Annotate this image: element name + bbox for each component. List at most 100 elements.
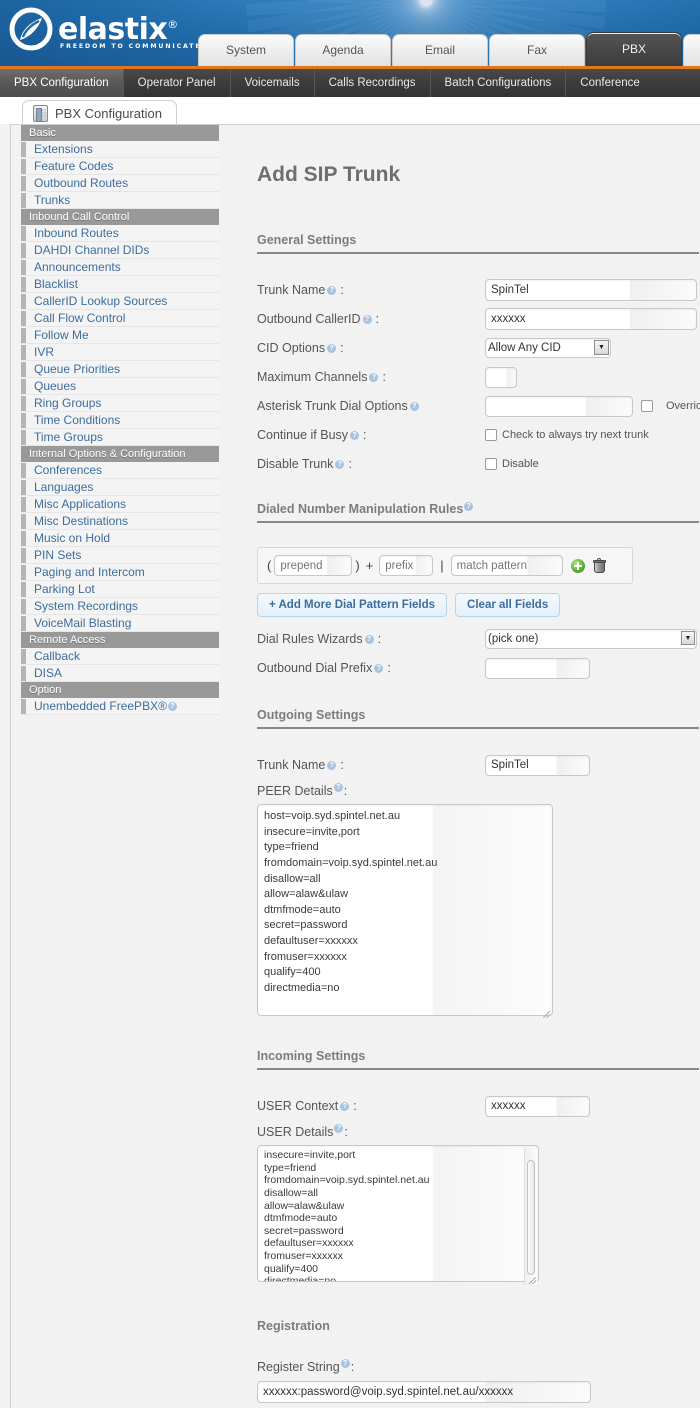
prepend-input[interactable] <box>274 555 353 577</box>
main-tab-overflow[interactable] <box>683 34 700 66</box>
sidebar-item-label[interactable]: Misc Destinations <box>34 514 128 528</box>
sidebar-item-label[interactable]: PIN Sets <box>34 548 81 562</box>
scrollbar-thumb[interactable] <box>527 1160 535 1276</box>
sidebar-item-pin-sets[interactable]: PIN Sets <box>21 547 219 564</box>
clear-all-fields-button[interactable]: Clear all Fields <box>455 593 561 618</box>
sidebar-item-music-on-hold[interactable]: Music on Hold <box>21 530 219 547</box>
sidebar-item-conferences[interactable]: Conferences <box>21 462 219 479</box>
page-tab-pbx-configuration[interactable]: PBX Configuration <box>22 100 177 126</box>
help-icon[interactable]: ? <box>374 663 384 673</box>
trunk-name-input[interactable] <box>485 279 697 301</box>
sidebar-item-parking-lot[interactable]: Parking Lot <box>21 581 219 598</box>
outgoing-trunk-name-input[interactable] <box>485 754 590 776</box>
override-checkbox[interactable] <box>641 400 653 412</box>
sidebar-item-system-recordings[interactable]: System Recordings <box>21 598 219 615</box>
subnav-item-conference[interactable]: Conference <box>566 69 653 97</box>
sidebar-item-blacklist[interactable]: Blacklist <box>21 276 219 293</box>
help-icon[interactable]: ? <box>340 1358 350 1368</box>
help-icon[interactable]: ? <box>364 634 374 644</box>
help-icon[interactable]: ? <box>350 430 360 440</box>
sidebar-item-queues[interactable]: Queues <box>21 378 219 395</box>
maximum-channels-input[interactable] <box>485 366 517 388</box>
match-pattern-input[interactable] <box>450 555 563 577</box>
sidebar-item-voicemail-blasting[interactable]: VoiceMail Blasting <box>21 615 219 632</box>
sidebar-item-label[interactable]: Parking Lot <box>34 582 95 596</box>
sidebar-item-label[interactable]: Callback <box>34 649 80 663</box>
sidebar-item-label[interactable]: IVR <box>34 345 54 359</box>
sidebar-item-label[interactable]: Queues <box>34 379 76 393</box>
disable-trunk-checkbox[interactable] <box>485 458 497 470</box>
sidebar-item-label[interactable]: Feature Codes <box>34 159 113 173</box>
sidebar-item-ring-groups[interactable]: Ring Groups <box>21 395 219 412</box>
sidebar-item-label[interactable]: VoiceMail Blasting <box>34 616 131 630</box>
help-icon[interactable]: ? <box>333 782 343 792</box>
sidebar-item-paging-and-intercom[interactable]: Paging and Intercom <box>21 564 219 581</box>
add-circle-icon[interactable] <box>570 558 585 573</box>
sidebar-item-label[interactable]: DISA <box>34 666 62 680</box>
peer-details-textarea[interactable]: host=voip.syd.spintel.net.au insecure=in… <box>257 804 553 1017</box>
sidebar-item-label[interactable]: Conferences <box>34 463 102 477</box>
sidebar-item-label[interactable]: Paging and Intercom <box>34 565 145 579</box>
sidebar-item-dahdi-channel-dids[interactable]: DAHDI Channel DIDs <box>21 242 219 259</box>
sidebar-item-label[interactable]: System Recordings <box>34 599 138 613</box>
sidebar-item-label[interactable]: CallerID Lookup Sources <box>34 294 167 308</box>
elastix-logo[interactable]: elastix® FREEDOM TO COMMUNICATE <box>8 6 202 52</box>
help-icon[interactable]: ? <box>334 1123 344 1133</box>
sidebar-item-call-flow-control[interactable]: Call Flow Control <box>21 310 219 327</box>
trash-icon[interactable] <box>592 558 606 574</box>
main-tab-agenda[interactable]: Agenda <box>295 34 391 66</box>
sidebar-item-misc-applications[interactable]: Misc Applications <box>21 496 219 513</box>
help-icon[interactable]: ? <box>369 372 379 382</box>
add-more-dial-pattern-fields-button[interactable]: + Add More Dial Pattern Fields <box>257 593 448 618</box>
user-details-textarea[interactable]: insecure=invite,port type=friend fromdom… <box>257 1145 539 1283</box>
sidebar-item-queue-priorities[interactable]: Queue Priorities <box>21 361 219 378</box>
sidebar-item-languages[interactable]: Languages <box>21 479 219 496</box>
subnav-item-pbx-configuration[interactable]: PBX Configuration <box>0 69 124 97</box>
sidebar-item-label[interactable]: Music on Hold <box>34 531 110 545</box>
dial-rules-wizard-select[interactable]: (pick one) <box>485 629 697 650</box>
help-icon[interactable]: ? <box>340 1101 350 1111</box>
sidebar-item-ivr[interactable]: IVR <box>21 344 219 361</box>
sidebar-item-label[interactable]: Blacklist <box>34 277 78 291</box>
subnav-item-voicemails[interactable]: Voicemails <box>231 69 315 97</box>
textarea-scrollbar[interactable] <box>524 1147 537 1286</box>
subnav-item-operator-panel[interactable]: Operator Panel <box>124 69 231 97</box>
main-tab-email[interactable]: Email <box>392 34 488 66</box>
sidebar-item-outbound-routes[interactable]: Outbound Routes <box>21 175 219 192</box>
sidebar-item-label[interactable]: Extensions <box>34 142 93 156</box>
subnav-item-batch-configurations[interactable]: Batch Configurations <box>431 69 567 97</box>
outbound-callerid-input[interactable] <box>485 308 697 330</box>
main-tab-fax[interactable]: Fax <box>489 34 585 66</box>
register-string-input[interactable] <box>257 1381 591 1404</box>
sidebar-item-announcements[interactable]: Announcements <box>21 259 219 276</box>
continue-if-busy-checkbox[interactable] <box>485 429 497 441</box>
asterisk-dial-options-input[interactable] <box>485 395 633 417</box>
sidebar-item-callback[interactable]: Callback <box>21 648 219 665</box>
sidebar-item-trunks[interactable]: Trunks <box>21 192 219 209</box>
help-icon[interactable]: ? <box>327 285 337 295</box>
sidebar-item-follow-me[interactable]: Follow Me <box>21 327 219 344</box>
sidebar-item-label[interactable]: Trunks <box>34 193 70 207</box>
sidebar-item-inbound-routes[interactable]: Inbound Routes <box>21 225 219 242</box>
sidebar-item-label[interactable]: Misc Applications <box>34 497 126 511</box>
sidebar-item-label[interactable]: DAHDI Channel DIDs <box>34 243 149 257</box>
sidebar-item-extensions[interactable]: Extensions <box>21 141 219 158</box>
sidebar-item-label[interactable]: Announcements <box>34 260 121 274</box>
sidebar-item-feature-codes[interactable]: Feature Codes <box>21 158 219 175</box>
sidebar-item-label[interactable]: Inbound Routes <box>34 226 119 240</box>
help-icon[interactable]: ? <box>327 760 337 770</box>
sidebar-item-label[interactable]: Unembedded FreePBX® <box>34 699 167 713</box>
sidebar-item-label[interactable]: Ring Groups <box>34 396 101 410</box>
sidebar-item-time-conditions[interactable]: Time Conditions <box>21 412 219 429</box>
main-tab-pbx[interactable]: PBX <box>586 32 682 66</box>
help-icon[interactable]: ? <box>167 701 177 711</box>
user-context-input[interactable] <box>485 1095 590 1117</box>
help-icon[interactable]: ? <box>335 459 345 469</box>
outbound-dial-prefix-input[interactable] <box>485 657 590 679</box>
help-icon[interactable]: ? <box>362 314 372 324</box>
sidebar-item-label[interactable]: Follow Me <box>34 328 89 342</box>
sidebar-item-unembedded-freepbx-[interactable]: Unembedded FreePBX®? <box>21 698 219 715</box>
main-tab-system[interactable]: System <box>198 34 294 66</box>
sidebar-item-misc-destinations[interactable]: Misc Destinations <box>21 513 219 530</box>
help-icon[interactable]: ? <box>327 343 337 353</box>
